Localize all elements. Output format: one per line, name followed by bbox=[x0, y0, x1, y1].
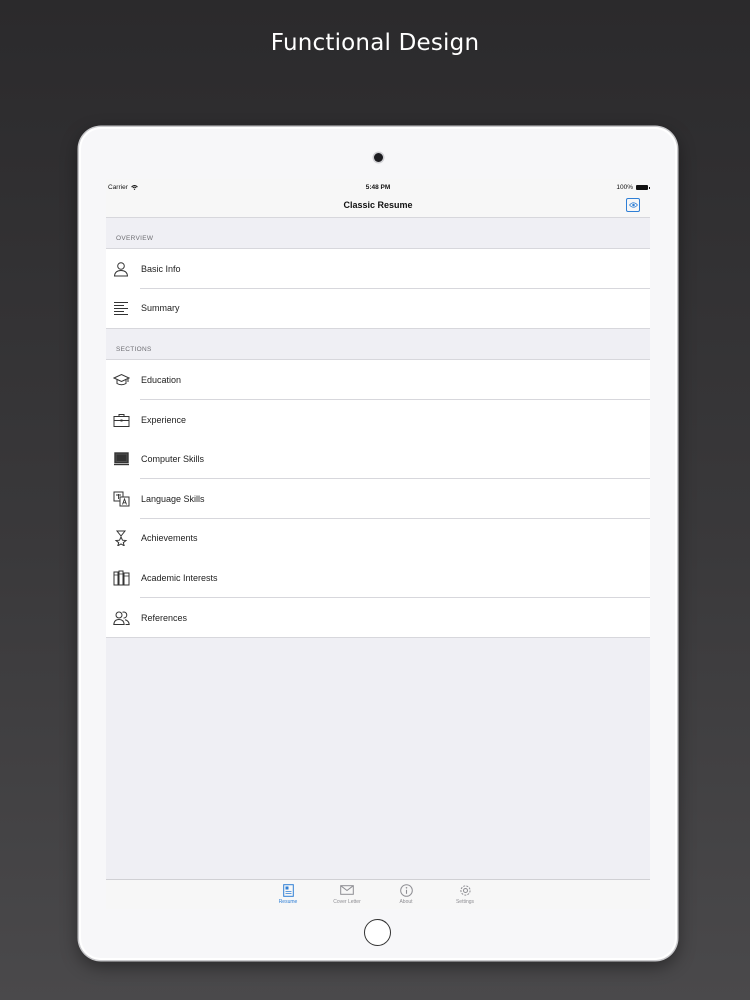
row-label: Summary bbox=[141, 303, 180, 314]
tab-resume[interactable]: Resume bbox=[263, 883, 313, 905]
row-label: Academic Interests bbox=[141, 572, 218, 583]
sections-header: SECTIONS bbox=[116, 346, 152, 354]
info-icon bbox=[399, 883, 413, 897]
row-label: Education bbox=[141, 374, 182, 385]
row-label: Language Skills bbox=[141, 493, 205, 504]
row-academic-interests[interactable]: Academic Interests bbox=[106, 558, 650, 598]
row-achievements[interactable]: Achievements bbox=[106, 518, 650, 559]
envelope-icon bbox=[340, 883, 354, 897]
eye-icon bbox=[628, 202, 638, 208]
row-label: References bbox=[141, 612, 188, 623]
row-computer-skills[interactable]: Computer Skills bbox=[106, 439, 650, 479]
people-icon bbox=[112, 609, 130, 627]
tab-label: Resume bbox=[278, 899, 298, 905]
preview-button[interactable] bbox=[626, 198, 640, 212]
battery-percent: 100% bbox=[616, 184, 633, 191]
tab-label: About bbox=[399, 899, 413, 905]
status-time: 5:48 PM bbox=[365, 184, 391, 191]
translate-icon bbox=[112, 490, 130, 508]
gear-icon bbox=[458, 883, 472, 897]
tab-label: Cover Letter bbox=[333, 899, 361, 905]
tab-label: Settings bbox=[455, 899, 475, 905]
front-camera bbox=[374, 153, 383, 162]
computer-icon bbox=[112, 450, 130, 468]
text-lines-icon bbox=[112, 299, 130, 317]
row-references[interactable]: References bbox=[106, 597, 650, 638]
ipad-device: Carrier 5:48 PM 100% Classic Resume OVER… bbox=[79, 127, 677, 960]
row-label: Basic Info bbox=[141, 263, 181, 274]
page-title: Classic Resume bbox=[343, 200, 413, 210]
row-label: Achievements bbox=[141, 533, 198, 544]
app-screen: Carrier 5:48 PM 100% Classic Resume OVER… bbox=[106, 179, 650, 909]
trophy-icon bbox=[112, 529, 130, 547]
row-label: Experience bbox=[141, 414, 187, 425]
graduation-cap-icon bbox=[112, 371, 130, 389]
tab-bar: Resume Cover Letter About Settings bbox=[106, 879, 650, 909]
briefcase-icon bbox=[112, 411, 130, 429]
row-basic-info[interactable]: Basic Info bbox=[106, 248, 650, 289]
row-label: Computer Skills bbox=[141, 454, 205, 465]
row-language-skills[interactable]: Language Skills bbox=[106, 478, 650, 519]
row-education[interactable]: Education bbox=[106, 359, 650, 400]
resume-sections-list: OVERVIEW Basic Info Summary SECTIONS Edu… bbox=[106, 217, 650, 638]
battery-icon bbox=[636, 185, 650, 190]
overview-header: OVERVIEW bbox=[116, 235, 154, 242]
home-button[interactable] bbox=[364, 919, 391, 946]
row-experience[interactable]: Experience bbox=[106, 399, 650, 440]
status-bar: Carrier 5:48 PM 100% bbox=[106, 179, 650, 195]
person-icon bbox=[112, 260, 130, 278]
tab-about[interactable]: About bbox=[381, 883, 431, 905]
promo-headline: Functional Design bbox=[270, 30, 480, 56]
tab-settings[interactable]: Settings bbox=[440, 883, 490, 905]
tab-cover-letter[interactable]: Cover Letter bbox=[322, 883, 372, 905]
row-summary[interactable]: Summary bbox=[106, 288, 650, 329]
navigation-bar: Classic Resume bbox=[106, 195, 650, 218]
books-icon bbox=[112, 569, 130, 587]
resume-icon bbox=[281, 883, 295, 897]
